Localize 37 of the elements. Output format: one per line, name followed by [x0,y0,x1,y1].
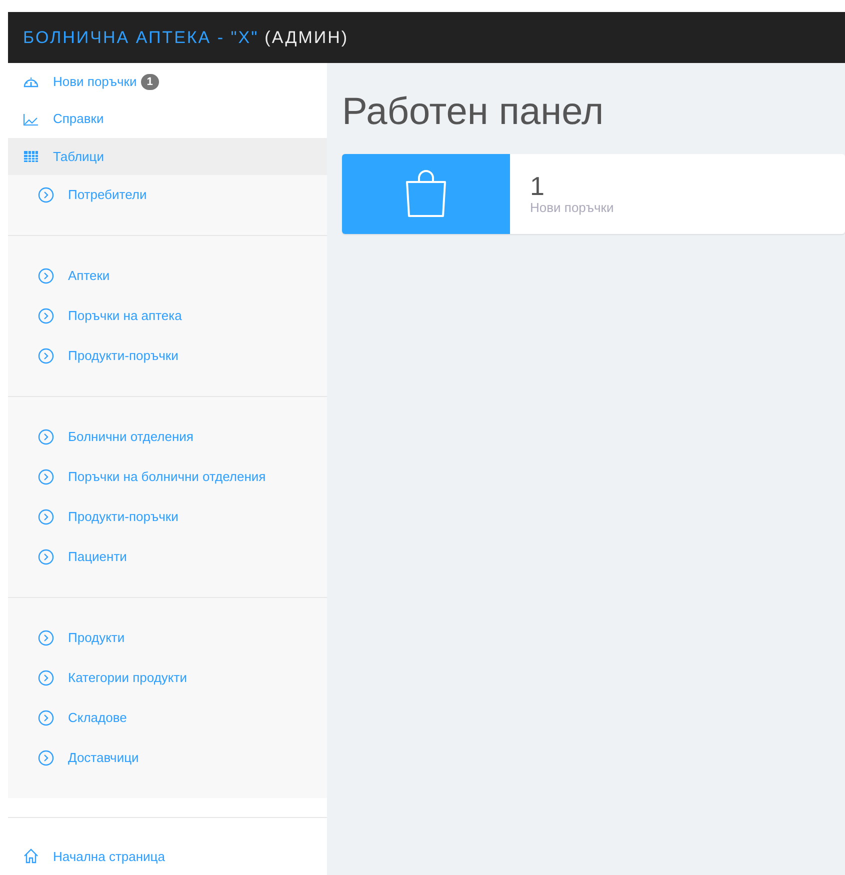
home-link[interactable]: Начална страница [8,838,327,875]
nav-item[interactable]: Справки [8,100,327,138]
submenu-item[interactable]: Продукти-поръчки [8,336,327,376]
submenu-item[interactable]: Продукти [8,618,327,658]
chevron-circle-icon [38,508,54,525]
submenu-item[interactable]: Складове [8,698,327,738]
submenu-item[interactable]: Пациенти [8,536,327,577]
submenu-item[interactable]: Поръчки на болнични отделения [8,456,327,497]
chevron-circle-icon [38,186,54,203]
chevron-circle-icon [38,630,54,646]
stat-label: Нови поръчки [530,200,614,215]
chevron-circle-icon [38,710,54,726]
submenu-item[interactable]: Доставчици [8,738,327,778]
nav-item[interactable]: Нови поръчки 1 [8,63,327,100]
home-icon [23,848,39,864]
chevron-circle-icon [38,468,54,485]
page-title: Работен панел [342,91,605,134]
count-badge: 1 [140,74,159,90]
chevron-circle-icon [38,428,54,445]
chevron-circle-icon [38,670,54,686]
user-role: (АДМИН) [264,28,349,48]
chevron-circle-icon [38,348,54,364]
stat-value: 1 [530,172,546,200]
submenu-item[interactable]: Категории продукти [8,658,327,698]
chevron-circle-icon [38,308,54,324]
submenu-item[interactable]: Потребители [8,174,327,215]
chevron-circle-icon [38,548,54,565]
app-title: БОЛНИЧНА АПТЕКА - "X" [23,28,259,48]
submenu-item[interactable]: Поръчки на аптека [8,296,327,336]
submenu-item[interactable]: Продукти-поръчки [8,496,327,537]
nav-item[interactable]: Таблици [8,138,327,175]
chevron-circle-icon [38,750,54,766]
submenu-item[interactable]: Болнични отделения [8,416,327,457]
submenu-item[interactable]: Аптеки [8,256,327,296]
chevron-circle-icon [38,268,54,284]
table-icon [23,148,39,164]
shopping-bag-icon [404,170,448,218]
